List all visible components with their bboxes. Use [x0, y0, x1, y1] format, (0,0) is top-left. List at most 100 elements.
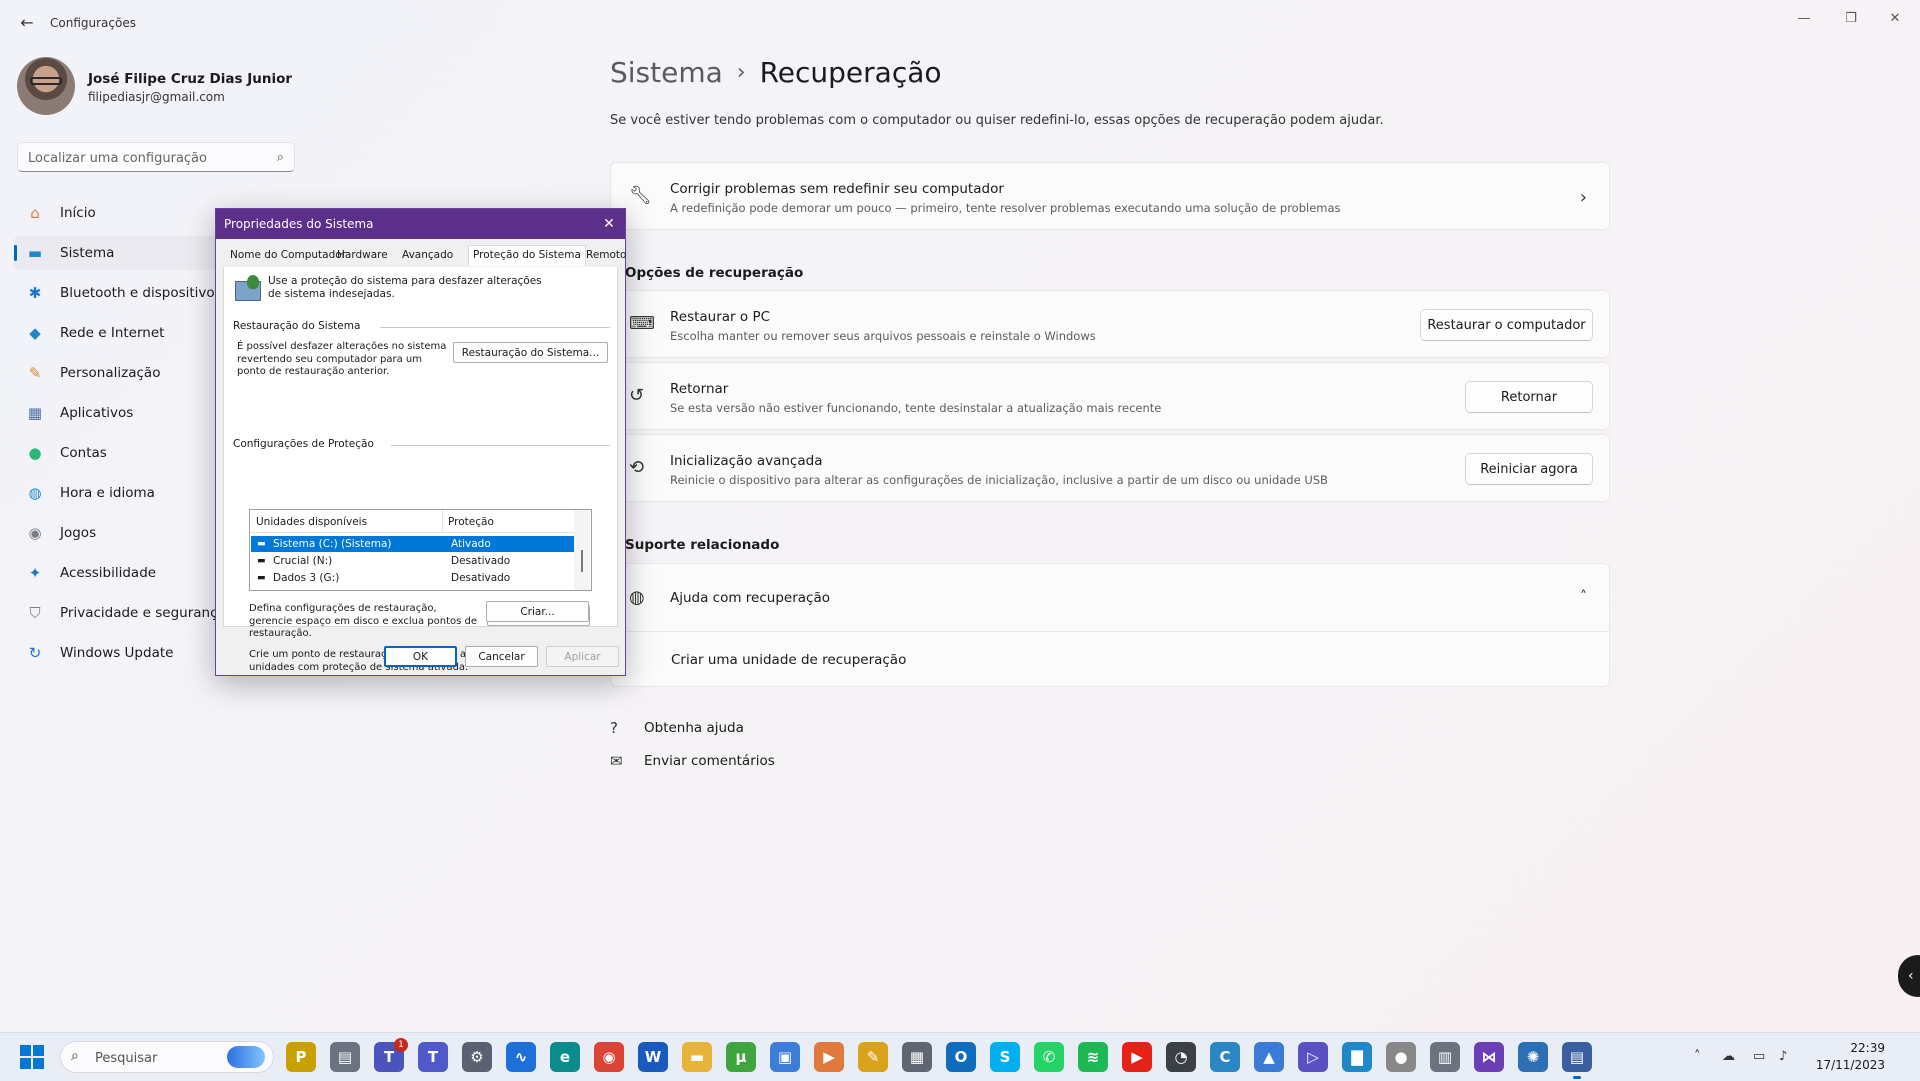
sidebar-item-label: Contas	[60, 445, 107, 461]
tab-prote-o-do-sistema[interactable]: Proteção do Sistema	[468, 245, 586, 266]
gear-blue-icon[interactable]: ✺	[1518, 1042, 1548, 1072]
sidebar-item-label: Personalização	[60, 365, 161, 381]
photos-icon[interactable]: ▲	[1254, 1042, 1284, 1072]
sidebar-item-label: Bluetooth e dispositivos	[60, 285, 222, 301]
speedometer-icon[interactable]: ◔	[1166, 1042, 1196, 1072]
windows-app-icon[interactable]: ▇	[1342, 1042, 1372, 1072]
pencil-icon[interactable]: ✎	[858, 1042, 888, 1072]
file-explorer-icon[interactable]: ▤	[330, 1042, 360, 1072]
column-available-drives[interactable]: Unidades disponíveis	[256, 516, 367, 528]
sidebar-item-label: Aplicativos	[60, 405, 134, 421]
accessibility-icon: ✦	[28, 564, 42, 582]
drive-row[interactable]: ▬ Dados 3 (G:) Desativado	[251, 570, 575, 586]
utorrent-icon[interactable]: µ	[726, 1042, 756, 1072]
troubleshoot-card[interactable]: 🔧︎ Corrigir problemas sem redefinir seu …	[610, 162, 1610, 230]
back-button[interactable]: ←	[14, 12, 40, 34]
settings-icon[interactable]: ⚙	[462, 1042, 492, 1072]
clock-date[interactable]: 17/11/2023	[1805, 1058, 1885, 1072]
title-bar: ← Configurações — ❐ ✕	[0, 0, 1920, 48]
scrollbar-thumb[interactable]	[581, 550, 583, 572]
recovery-section-title: Opções de recuperação	[625, 265, 804, 281]
column-protection[interactable]: Proteção	[448, 516, 494, 528]
recovery-option-button[interactable]: Reiniciar agora	[1465, 453, 1593, 485]
tab-hardware[interactable]: Hardware	[337, 249, 388, 261]
drive-row[interactable]: ▬ Crucial (N:) Desativado	[251, 553, 575, 569]
clock-time[interactable]: 22:39	[1815, 1041, 1885, 1055]
drives-list[interactable]: Unidades disponíveis Proteção ▬ Sistema (…	[249, 509, 592, 591]
whatsapp-icon[interactable]: ✆	[1034, 1042, 1064, 1072]
start-button[interactable]	[20, 1045, 44, 1069]
side-handle[interactable]: ‹	[1898, 955, 1920, 997]
recovery-option-description: Reinicie o dispositivo para alterar as c…	[670, 473, 1328, 487]
teams-alt-icon[interactable]: T	[418, 1042, 448, 1072]
system-properties-icon[interactable]: ▤	[1562, 1042, 1592, 1079]
drive-row[interactable]: ▬ Sistema (C:) (Sistema) Ativado	[251, 536, 575, 552]
sidebar-item-label: Windows Update	[60, 645, 174, 661]
avatar[interactable]	[17, 57, 75, 115]
recovery-option-title: Inicialização avançada	[670, 453, 823, 469]
taskbar-search-input[interactable]	[93, 1048, 207, 1068]
settings-search[interactable]: ⌕	[17, 142, 295, 172]
outlook-icon[interactable]: O	[946, 1042, 976, 1072]
teams-icon[interactable]: T1	[374, 1038, 408, 1072]
ok-button[interactable]: OK	[384, 646, 457, 667]
breadcrumb-parent[interactable]: Sistema	[610, 56, 723, 89]
recovery-help-header[interactable]: ◍ Ajuda com recuperação ˄	[611, 564, 1609, 632]
dialog-close-button[interactable]: ✕	[599, 214, 619, 234]
taskbar-search[interactable]: ⌕	[60, 1041, 274, 1073]
store-icon-glyph: ▣	[777, 1048, 793, 1066]
tray-overflow-icon[interactable]: ˄	[1694, 1049, 1701, 1064]
store-icon[interactable]: ▣	[770, 1042, 800, 1072]
visual-studio-icon[interactable]: ⋈	[1474, 1042, 1504, 1072]
tab-remoto[interactable]: Remoto	[586, 249, 626, 261]
chevron-right-icon: ›	[1579, 187, 1587, 208]
calculator-icon[interactable]: ▦	[902, 1042, 932, 1072]
shield-icon: ⛉	[29, 604, 41, 622]
remote-icon[interactable]: ▥	[1430, 1042, 1460, 1072]
drive-icon: ▬	[257, 556, 266, 566]
media-icon[interactable]: ▶	[814, 1042, 844, 1072]
word-icon[interactable]: W	[638, 1042, 668, 1072]
minimize-button[interactable]: —	[1784, 8, 1824, 30]
record-icon[interactable]: ●	[1386, 1042, 1416, 1072]
onedrive-icon[interactable]: ☁	[1722, 1049, 1735, 1064]
folder-icon[interactable]: ▬	[682, 1042, 712, 1072]
outlook-icon-glyph: O	[954, 1048, 968, 1066]
edge-icon[interactable]: e	[550, 1042, 580, 1072]
drive-protection: Desativado	[451, 555, 511, 567]
youtube-icon[interactable]: ▶	[1122, 1042, 1152, 1072]
tab-avan-ado[interactable]: Avançado	[402, 249, 453, 261]
close-button[interactable]: ✕	[1875, 8, 1915, 30]
copilot-icon[interactable]: C	[1210, 1042, 1240, 1072]
sidebar-item-label: Sistema	[60, 245, 115, 261]
spotify-icon[interactable]: ≋	[1078, 1042, 1108, 1072]
skype-icon[interactable]: S	[990, 1042, 1020, 1072]
bing-icon[interactable]	[227, 1046, 265, 1068]
search-input[interactable]	[26, 148, 260, 168]
cancel-button[interactable]: Cancelar	[465, 646, 538, 667]
restore-button[interactable]: ❐	[1831, 8, 1871, 30]
user-name: José Filipe Cruz Dias Junior	[88, 71, 293, 87]
tab-nome-do-computador[interactable]: Nome do Computador	[230, 249, 346, 261]
volume-icon[interactable]: ♪	[1779, 1049, 1787, 1064]
office-pre-icon[interactable]: P	[286, 1042, 316, 1072]
display-icon[interactable]: ▭	[1753, 1049, 1765, 1064]
create-button[interactable]: Criar...	[486, 601, 589, 622]
chrome-icon[interactable]: ◉	[594, 1042, 624, 1072]
pulse-icon-glyph: ∿	[514, 1048, 528, 1066]
recovery-option-button[interactable]: Retornar	[1465, 381, 1593, 413]
teams-alt-icon-glyph: T	[427, 1048, 439, 1066]
restore-description: É possível desfazer alterações no sistem…	[237, 341, 447, 377]
system-restore-button[interactable]: Restauração do Sistema...	[453, 342, 608, 363]
recovery-option-button[interactable]: Restaurar o computador	[1420, 309, 1593, 341]
sidebar-item-label: Privacidade e segurança	[60, 605, 226, 621]
drives-scrollbar[interactable]	[574, 510, 590, 590]
dialog-title-bar[interactable]: Propriedades do Sistema ✕	[216, 209, 625, 239]
terminal-icon[interactable]: ▷	[1298, 1042, 1328, 1072]
utorrent-icon-glyph: µ	[735, 1048, 747, 1066]
page-title: Recuperação	[759, 56, 942, 89]
pulse-icon[interactable]: ∿	[506, 1042, 536, 1072]
notification-badge: 1	[394, 1038, 408, 1052]
sidebar-item-label: Rede e Internet	[60, 325, 165, 341]
create-recovery-drive-link[interactable]: Criar uma unidade de recuperação	[671, 652, 906, 668]
